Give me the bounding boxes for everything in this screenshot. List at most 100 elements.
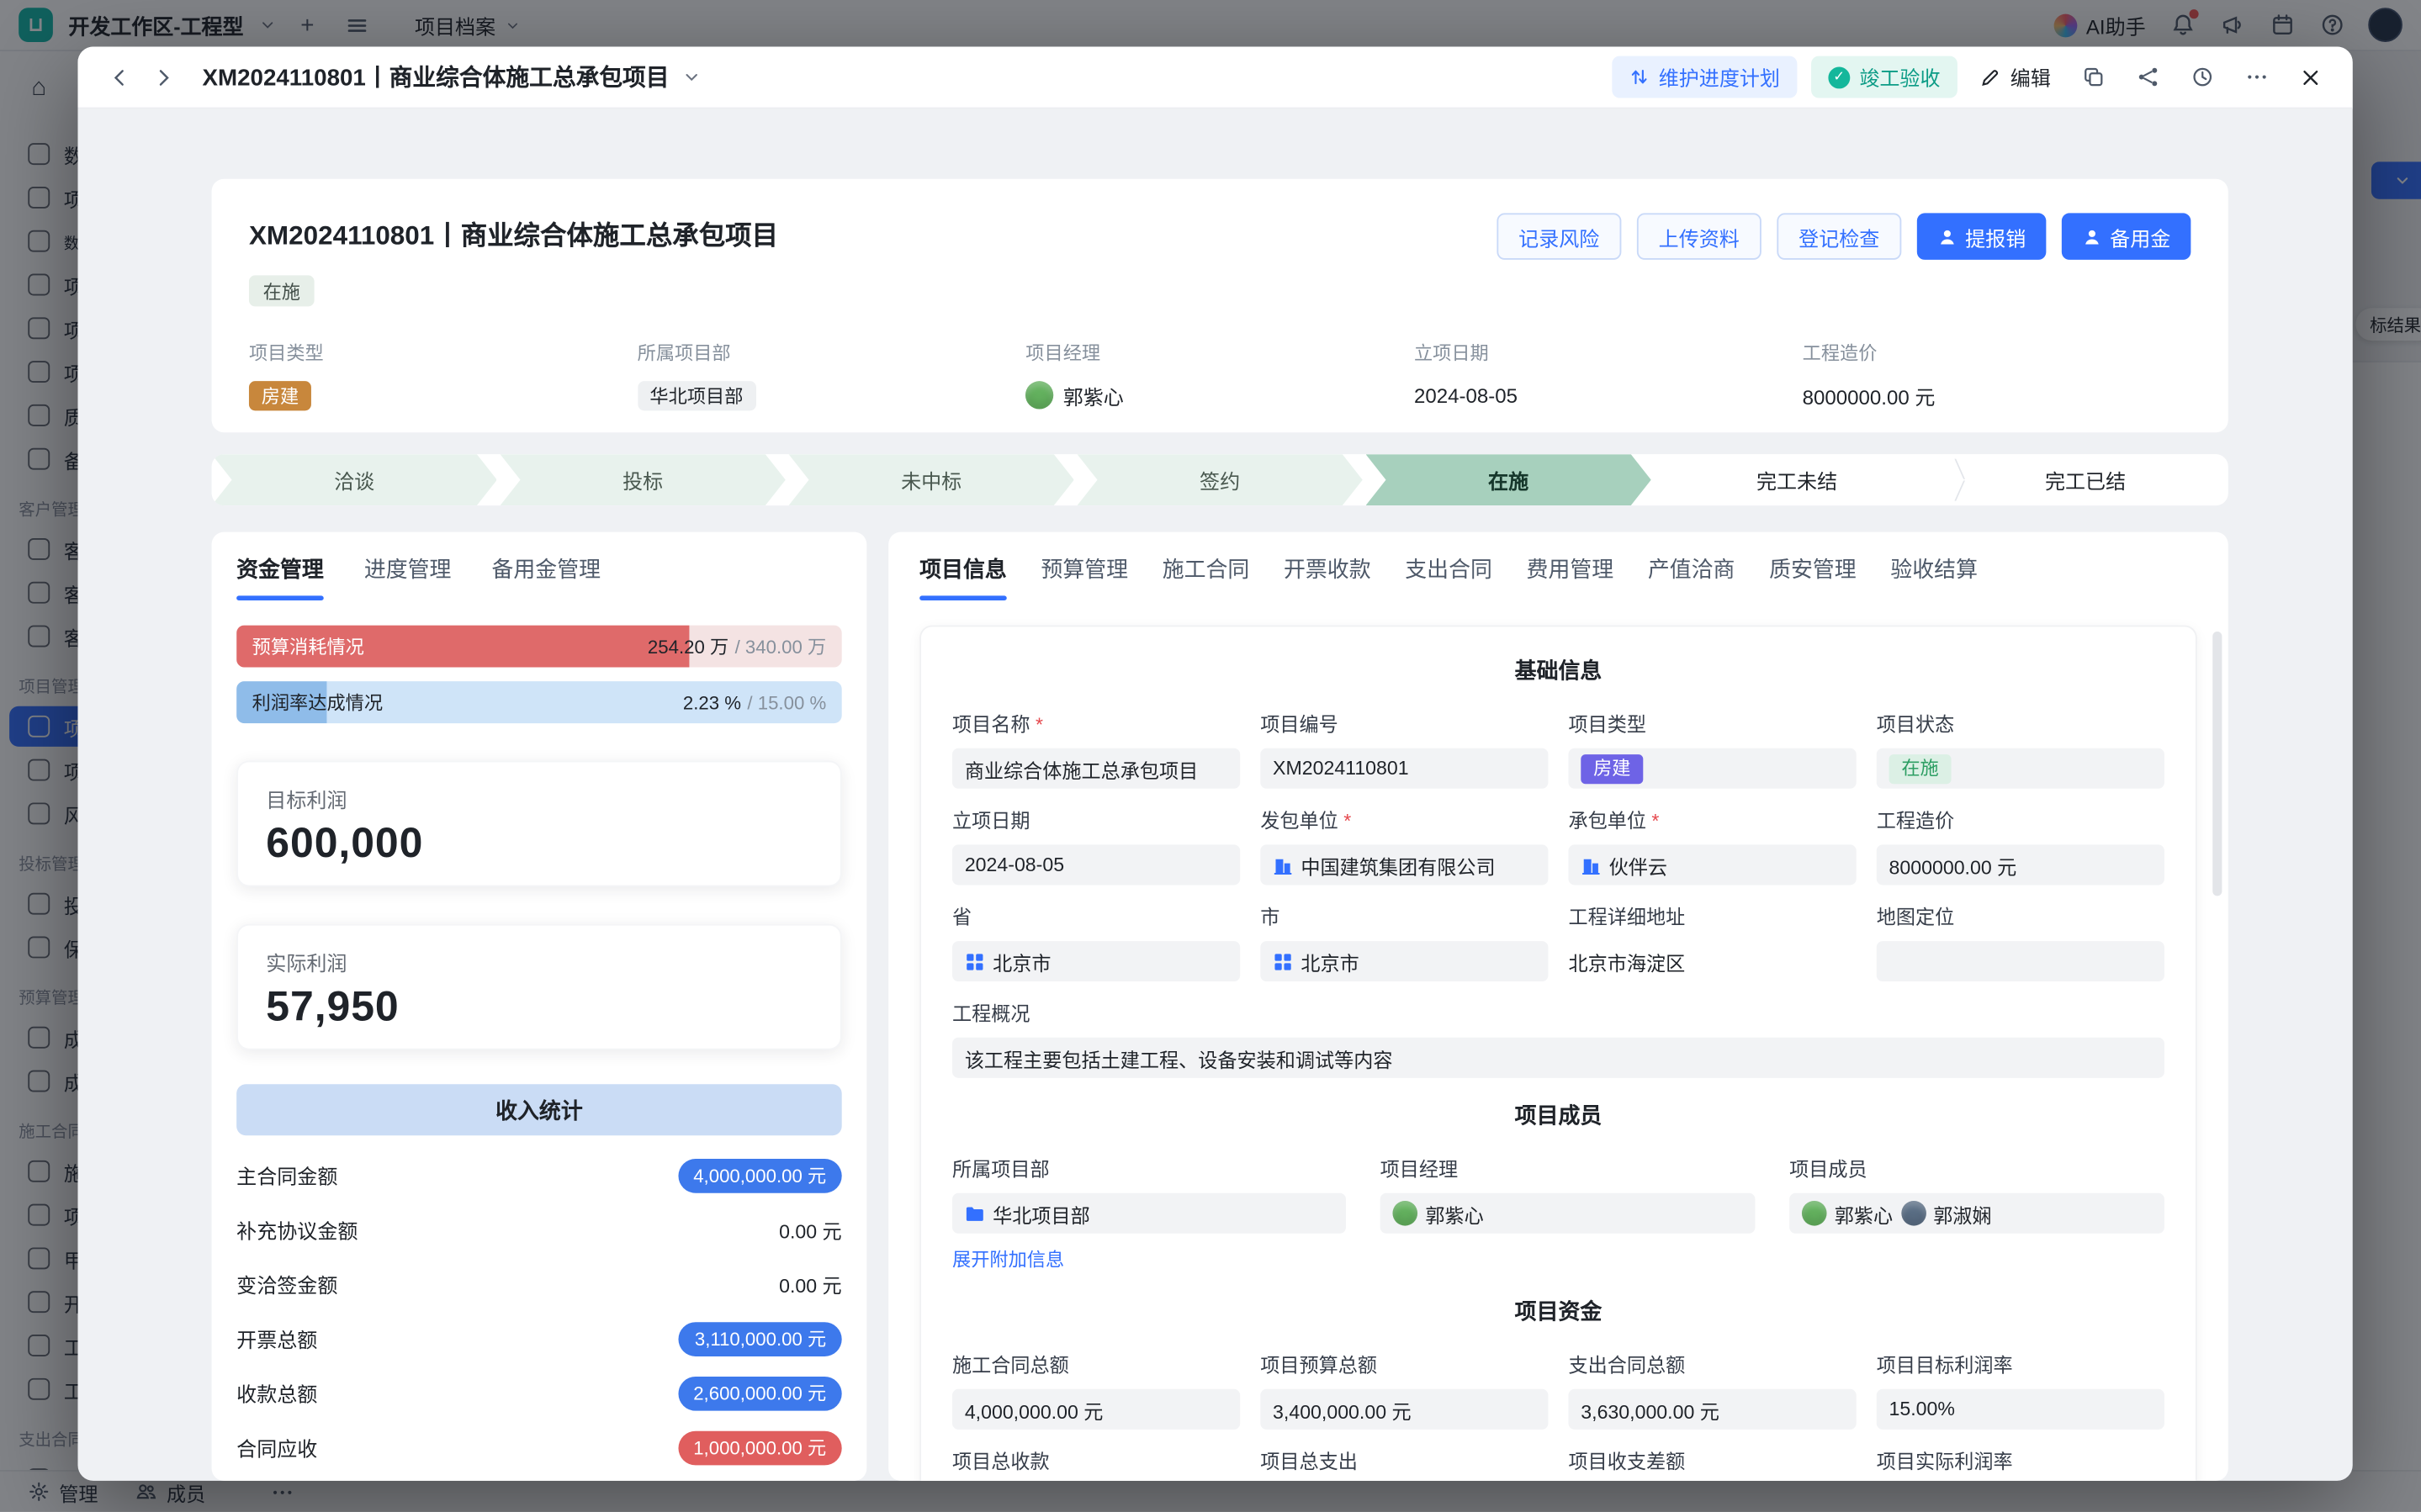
budget-bar-label: 预算消耗情况 <box>252 626 364 668</box>
overview-field: 项目经理 郭紫心 <box>1025 339 1414 410</box>
expand-extra-info-link[interactable]: 展开附加信息 <box>952 1246 1064 1272</box>
fund-row-label: 合同应收 <box>236 1433 317 1462</box>
tab[interactable]: 开票收款 <box>1284 553 1371 600</box>
field-value: 商业综合体施工总承包项目 <box>965 753 1198 783</box>
stage-step[interactable]: 完工未结 <box>1654 454 1939 505</box>
form-field: 项目收支差额 57,950.00 元 <box>1568 1445 1856 1481</box>
field-value-box[interactable]: 3,630,000.00 元 <box>1568 1389 1856 1430</box>
overview-action-label: 记录风险 <box>1518 222 1599 251</box>
tab[interactable]: 支出合同 <box>1405 553 1492 600</box>
field-value: 4,000,000.00 元 <box>965 1394 1104 1424</box>
field-value: 3,630,000.00 元 <box>1581 1394 1719 1424</box>
form-field: 支出合同总额 3,630,000.00 元 <box>1568 1349 1856 1430</box>
overview-actions: 记录风险 上传资料 <box>1497 213 2191 259</box>
tab[interactable]: 验收结算 <box>1890 553 1978 600</box>
maintain-schedule-button[interactable]: 维护进度计划 <box>1612 56 1797 98</box>
person-icon <box>2082 226 2102 246</box>
scrollbar-thumb[interactable] <box>2212 632 2222 896</box>
copy-icon[interactable] <box>2073 57 2113 98</box>
tab[interactable]: 产值洽商 <box>1648 553 1735 600</box>
field-value: 2024-08-05 <box>965 854 1064 875</box>
field-label: 工程详细地址 <box>1568 901 1856 930</box>
field-value-box[interactable]: 郭紫心 <box>1380 1193 1756 1234</box>
overview-field: 工程造价 8000000.00 元 <box>1803 339 2191 410</box>
stage-step[interactable]: 投标 <box>501 454 786 505</box>
field-value-box[interactable]: 4,000,000.00 元 <box>952 1389 1240 1430</box>
region-grid-icon <box>1273 951 1293 971</box>
stage-step[interactable]: 未中标 <box>789 454 1074 505</box>
overview-action-button[interactable]: 记录风险 <box>1497 213 1621 259</box>
overview-action-label: 登记检查 <box>1799 222 1879 251</box>
field-value-box[interactable]: 北京市 <box>1260 941 1548 981</box>
field-label: 项目实际利润率 <box>1877 1445 2164 1474</box>
field-value-box[interactable]: 15.00% <box>1877 1389 2164 1430</box>
tab[interactable]: 项目信息 <box>919 553 1007 600</box>
field-value-box[interactable]: 该工程主要包括土建工程、设备安装和调试等内容 <box>952 1038 2164 1078</box>
fund-row-value: 0.00 元 <box>779 1215 842 1245</box>
overview-action-button[interactable]: 备用金 <box>2062 213 2191 259</box>
fund-row: 补充协议金额 0.00 元 <box>236 1203 842 1257</box>
field-label: 承包单位 <box>1568 804 1856 833</box>
tab[interactable]: 备用金管理 <box>492 553 601 600</box>
tab[interactable]: 预算管理 <box>1041 553 1128 600</box>
field-value-box[interactable]: XM2024110801 <box>1260 748 1548 789</box>
overview-action-label: 备用金 <box>2110 222 2170 251</box>
profit-bar-label: 利润率达成情况 <box>252 681 383 723</box>
next-record-button[interactable] <box>143 57 183 98</box>
field-value-box[interactable]: 华北项目部 <box>952 1193 1346 1234</box>
overview-action-button[interactable]: 登记检查 <box>1777 213 1901 259</box>
close-icon[interactable] <box>2291 57 2331 98</box>
overview-action-button[interactable]: 上传资料 <box>1637 213 1761 259</box>
field-value-box[interactable]: 在施 <box>1877 748 2164 789</box>
edit-button[interactable]: 编辑 <box>1979 62 2051 92</box>
history-clock-icon[interactable] <box>2181 57 2222 98</box>
field-value-box[interactable]: 郭紫心 郭淑娴 <box>1789 1193 2164 1234</box>
form-field: 项目实际利润率 2.23% <box>1877 1445 2164 1481</box>
field-value-box[interactable]: 北京市海淀区 <box>1568 941 1856 981</box>
target-profit-card: 目标利润 600,000 <box>236 761 842 887</box>
stage-step[interactable]: 完工已结 <box>1942 454 2228 505</box>
completion-acceptance-button[interactable]: 竣工验收 <box>1811 56 1957 98</box>
field-value-box[interactable]: 北京市 <box>952 941 1240 981</box>
members-grid: 所属项目部 华北项目部 展开附加信息 项目经理 <box>952 1153 2164 1274</box>
tab[interactable]: 资金管理 <box>236 553 324 600</box>
overview-field-label: 项目类型 <box>249 339 638 365</box>
progress-bars: 预算消耗情况 254.20 万 / 340.00 万 利润率达成情况 2.23 … <box>236 626 842 724</box>
maintain-schedule-label: 维护进度计划 <box>1659 62 1780 92</box>
overview-field-label: 立项日期 <box>1414 339 1803 365</box>
project-stage-stepper: 洽谈 投标 未中标 签约 在施 完工未结 完工已结 <box>212 454 2228 505</box>
check-circle-icon <box>1828 66 1850 88</box>
member-item: 郭紫心 <box>1802 1198 1893 1228</box>
field-value-box[interactable] <box>1877 941 2164 981</box>
field-value-box[interactable]: 2024-08-05 <box>952 844 1240 885</box>
field-value: 8000000.00 元 <box>1889 850 2017 880</box>
field-value: 北京市海淀区 <box>1568 947 1685 976</box>
share-icon[interactable] <box>2127 57 2168 98</box>
income-statistics-button[interactable]: 收入统计 <box>236 1084 842 1135</box>
tab[interactable]: 进度管理 <box>364 553 452 600</box>
field-label: 地图定位 <box>1877 901 2164 930</box>
project-detail-modal: XM2024110801丨商业综合体施工总承包项目 维护进度计划 竣工验收 编辑 <box>77 46 2352 1480</box>
target-profit-value: 600,000 <box>266 820 812 868</box>
tab[interactable]: 施工合同 <box>1163 553 1250 600</box>
field-value-box[interactable]: 房建 <box>1568 748 1856 789</box>
stage-step[interactable]: 洽谈 <box>212 454 497 505</box>
stage-step[interactable]: 在施 <box>1365 454 1650 505</box>
tab[interactable]: 质安管理 <box>1769 553 1857 600</box>
field-value-box[interactable]: 商业综合体施工总承包项目 <box>952 748 1240 789</box>
stage-step[interactable]: 签约 <box>1077 454 1362 505</box>
chevron-down-icon[interactable] <box>683 68 700 85</box>
field-value-box[interactable]: 中国建筑集团有限公司 <box>1260 844 1548 885</box>
prev-record-button[interactable] <box>99 57 140 98</box>
field-label: 项目总支出 <box>1260 1445 1548 1474</box>
fund-row-label: 主合同金额 <box>236 1160 337 1190</box>
field-value-box[interactable]: 伙伴云 <box>1568 844 1856 885</box>
form-field: 承包单位 伙伴云 <box>1568 804 1856 885</box>
tab[interactable]: 费用管理 <box>1527 553 1614 600</box>
more-icon[interactable] <box>2236 57 2276 98</box>
avatar <box>1392 1201 1417 1226</box>
overview-action-button[interactable]: 提报销 <box>1917 213 2047 259</box>
field-value-box[interactable]: 8000000.00 元 <box>1877 844 2164 885</box>
field-value: 15.00% <box>1889 1398 1955 1420</box>
field-value-box[interactable]: 3,400,000.00 元 <box>1260 1389 1548 1430</box>
